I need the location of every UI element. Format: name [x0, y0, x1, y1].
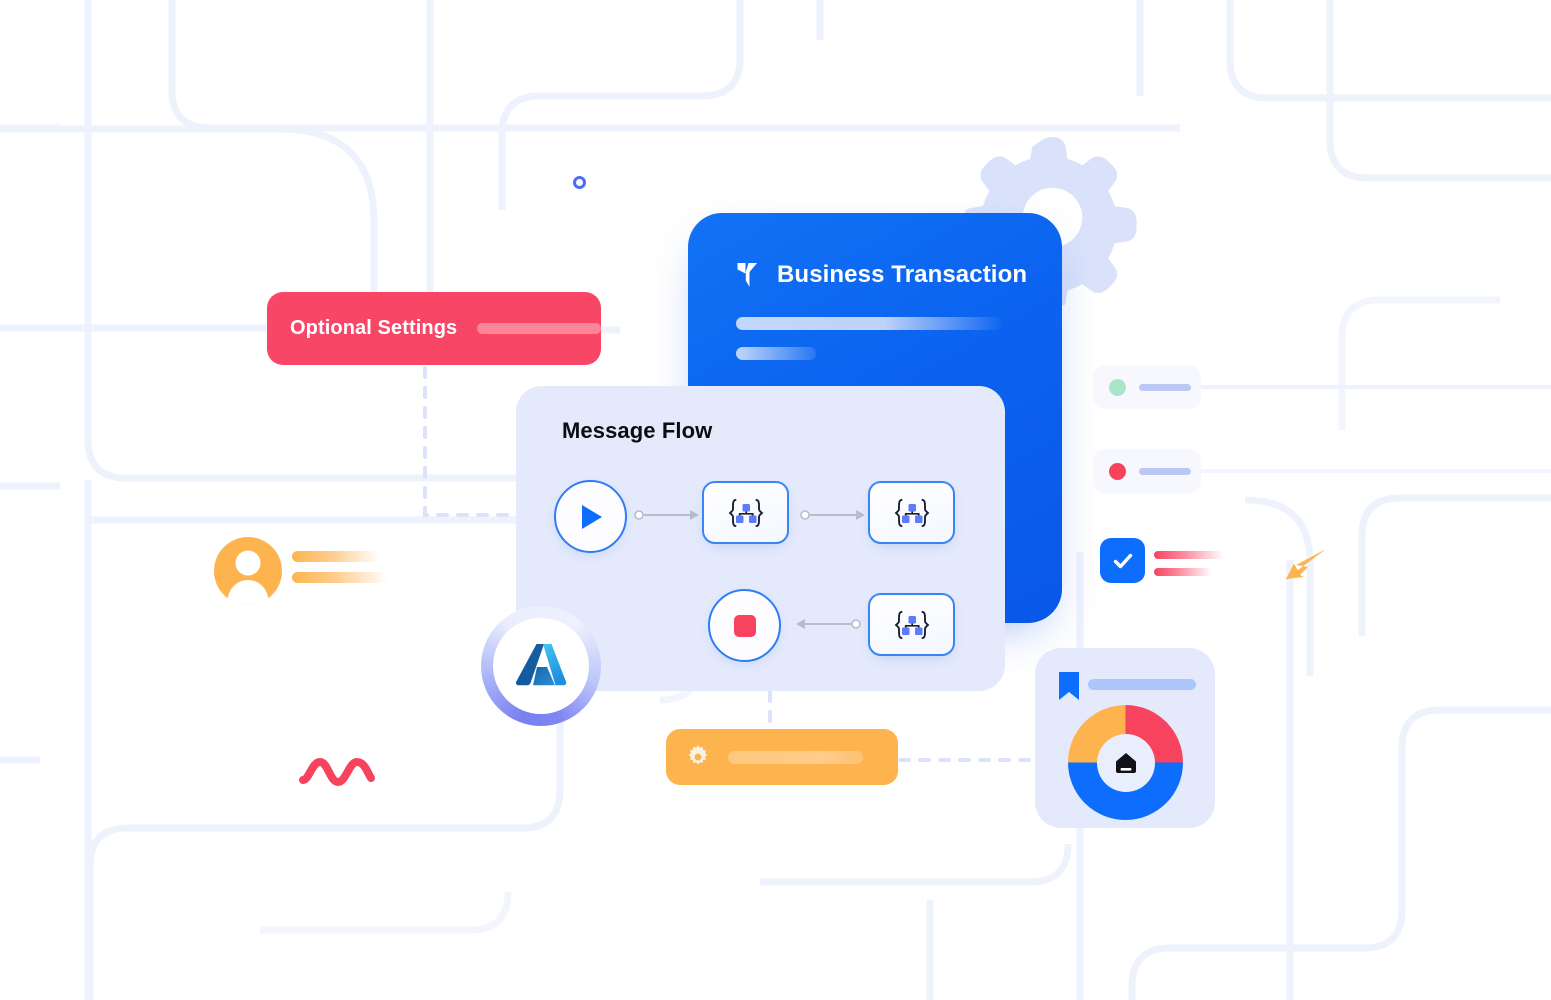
- json-hierarchy-icon: [728, 498, 763, 527]
- flow-connector-2: [800, 510, 865, 520]
- gear-icon: [688, 745, 708, 765]
- illustration-canvas: Business Transaction Optional Settings M…: [0, 0, 1551, 1000]
- flow-node-transform-2[interactable]: [868, 481, 955, 544]
- donut-chart[interactable]: [1068, 705, 1183, 820]
- checkbox-checked[interactable]: [1100, 538, 1145, 583]
- wave-squiggle: [299, 757, 375, 787]
- status-chip-bar: [1139, 467, 1191, 475]
- status-chip-success[interactable]: [1093, 365, 1201, 409]
- pink-bar-1: [1154, 551, 1224, 559]
- flow-connector-1: [634, 510, 699, 520]
- azure-logo-badge[interactable]: [481, 606, 601, 726]
- user-avatar-icon: [227, 550, 269, 605]
- home-icon: [1115, 752, 1136, 773]
- send-arrow-icon[interactable]: [1282, 543, 1330, 591]
- user-line-1: [292, 551, 380, 562]
- pink-bar-2: [1154, 568, 1212, 576]
- flow-node-transform-3[interactable]: [868, 593, 955, 656]
- optional-settings-label: Optional Settings: [290, 317, 458, 339]
- json-hierarchy-icon: [894, 610, 929, 639]
- user-avatar[interactable]: [214, 537, 282, 605]
- status-dot-success: [1109, 378, 1126, 396]
- status-chip-trail-lines: [1200, 385, 1551, 473]
- json-hierarchy-icon: [894, 498, 929, 527]
- leaf-branch-icon: [737, 263, 757, 287]
- check-icon: [1113, 553, 1132, 568]
- settings-progress-track: [728, 750, 863, 764]
- bookmark-icon[interactable]: [1057, 670, 1081, 702]
- play-icon: [581, 504, 602, 529]
- optional-settings-pill[interactable]: Optional Settings: [267, 292, 601, 365]
- ring-dot: [573, 176, 586, 189]
- metrics-title-bar: [1088, 679, 1196, 690]
- status-chip-error[interactable]: [1093, 449, 1201, 493]
- azure-logo-icon: [515, 644, 567, 686]
- stop-square-icon: [733, 614, 756, 637]
- business-transaction-title: Business Transaction: [777, 261, 1028, 288]
- business-transaction-bar-short: [736, 347, 816, 360]
- optional-settings-bar: [477, 323, 601, 334]
- status-chip-bar: [1139, 383, 1191, 391]
- azure-logo-inner: [493, 618, 589, 714]
- message-flow-title: Message Flow: [562, 418, 713, 443]
- business-transaction-header: Business Transaction: [736, 261, 1027, 289]
- business-transaction-bar-long: [736, 317, 1004, 330]
- settings-progress-bar[interactable]: [666, 729, 898, 785]
- flow-connector-3: [796, 619, 861, 629]
- flow-node-transform-1[interactable]: [702, 481, 789, 544]
- flow-node-start[interactable]: [554, 480, 627, 553]
- donut-center: [1096, 733, 1155, 792]
- status-dot-error: [1109, 462, 1126, 480]
- flow-node-stop[interactable]: [708, 589, 781, 662]
- user-line-2: [292, 572, 388, 583]
